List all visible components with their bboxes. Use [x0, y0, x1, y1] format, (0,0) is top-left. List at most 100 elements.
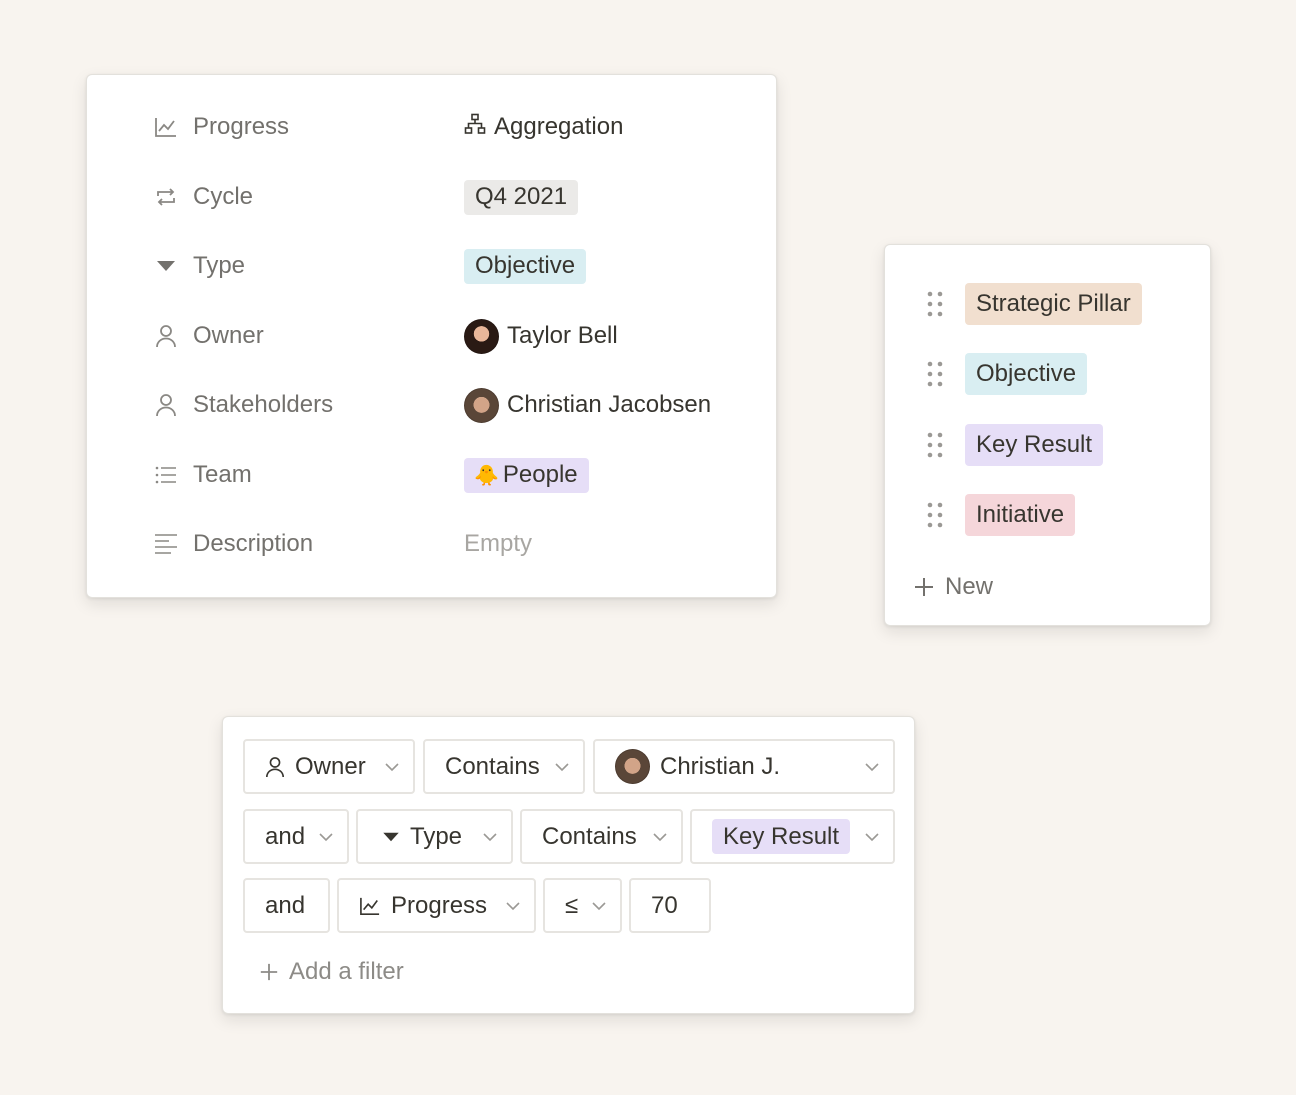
- filter-property-label: Progress: [391, 891, 488, 919]
- cycle-tag: Q4 2021: [464, 179, 579, 215]
- property-label-text: Description: [193, 530, 314, 557]
- drag-handle-icon[interactable]: [927, 502, 943, 528]
- property-label-text: Type: [193, 252, 246, 279]
- chart-line-icon: [153, 114, 179, 140]
- property-label: Team: [153, 455, 252, 495]
- add-filter-button[interactable]: Add a filter: [259, 957, 404, 987]
- filter-panel: Owner Contains Christian J. and Type Con…: [222, 716, 915, 1014]
- property-value[interactable]: Christian Jacobsen: [464, 385, 711, 425]
- property-label-text: Owner: [193, 322, 264, 349]
- chevron-down-icon: [653, 832, 667, 842]
- filter-property-label: Type: [410, 822, 463, 850]
- team-tag: 🐥 People: [464, 457, 589, 493]
- property-value[interactable]: Objective: [464, 246, 587, 286]
- triangle-down-icon: [153, 253, 179, 279]
- chevron-down-icon: [483, 832, 497, 842]
- owner-name: Taylor Bell: [507, 322, 618, 349]
- filter-operator-label: ≤: [565, 891, 579, 919]
- person-icon: [153, 323, 179, 349]
- chevron-down-icon: [385, 762, 399, 772]
- property-label-text: Team: [193, 461, 252, 488]
- filter-operator-dropdown[interactable]: Contains: [520, 809, 683, 864]
- filter-value-dropdown[interactable]: Key Result: [690, 809, 895, 864]
- description-value[interactable]: Empty: [464, 524, 532, 564]
- chevron-down-icon: [865, 832, 879, 842]
- filter-operator-label: Contains: [445, 752, 540, 780]
- property-row-progress[interactable]: Progress Aggregation: [87, 107, 776, 147]
- drag-handle-icon[interactable]: [927, 361, 943, 387]
- property-value[interactable]: Taylor Bell: [464, 316, 618, 356]
- property-label: Description: [153, 524, 313, 564]
- option-item[interactable]: Key Result: [885, 424, 1210, 466]
- chevron-down-icon: [319, 832, 333, 842]
- chart-line-icon: [360, 897, 380, 915]
- filter-conjunction-label: and: [265, 891, 306, 919]
- property-label: Type: [153, 246, 245, 286]
- drag-handle-icon[interactable]: [927, 432, 943, 458]
- stakeholder-name: Christian Jacobsen: [507, 391, 712, 418]
- property-label: Stakeholders: [153, 385, 333, 425]
- select-options-panel: Strategic Pillar Objective Key Result In…: [884, 244, 1211, 626]
- filter-value-dropdown[interactable]: Christian J.: [593, 739, 895, 794]
- option-item[interactable]: Initiative: [885, 494, 1210, 536]
- option-item[interactable]: Strategic Pillar: [885, 283, 1210, 325]
- avatar: [615, 749, 650, 784]
- property-label-text: Cycle: [193, 183, 254, 210]
- key-result-tag: Key Result: [712, 819, 851, 854]
- person-icon: [266, 756, 284, 777]
- property-value[interactable]: 🐥 People: [464, 455, 589, 495]
- filter-operator-label: Contains: [542, 822, 637, 850]
- property-label: Cycle: [153, 177, 253, 217]
- filter-property-label: Owner: [295, 752, 366, 780]
- new-option-label: New: [945, 573, 994, 600]
- filter-property-dropdown[interactable]: Type: [356, 809, 513, 864]
- filter-conjunction[interactable]: and: [243, 878, 330, 933]
- option-tag[interactable]: Objective: [965, 353, 1088, 395]
- chevron-down-icon: [592, 901, 606, 911]
- property-row-type[interactable]: Type Objective: [87, 246, 776, 286]
- property-value[interactable]: Aggregation: [464, 107, 623, 147]
- add-filter-label: Add a filter: [289, 958, 404, 985]
- triangle-down-icon: [383, 832, 399, 841]
- filter-value-text: 70: [651, 891, 678, 919]
- property-label: Progress: [153, 107, 289, 147]
- type-tag: Objective: [464, 248, 587, 284]
- team-tag-label: People: [502, 461, 578, 488]
- chevron-down-icon: [506, 901, 520, 911]
- option-tag[interactable]: Key Result: [965, 424, 1104, 466]
- plus-icon: [915, 578, 933, 596]
- repeat-icon: [153, 184, 179, 210]
- property-row-owner[interactable]: Owner Taylor Bell: [87, 316, 776, 356]
- filter-property-dropdown[interactable]: Owner: [243, 739, 415, 794]
- hierarchy-icon: [464, 113, 486, 142]
- filter-operator-dropdown[interactable]: ≤: [543, 878, 622, 933]
- avatar: [464, 387, 499, 423]
- property-row-stakeholders[interactable]: Stakeholders Christian Jacobsen: [87, 385, 776, 425]
- option-tag[interactable]: Strategic Pillar: [965, 283, 1142, 325]
- avatar: [464, 318, 499, 354]
- drag-handle-icon[interactable]: [927, 291, 943, 317]
- filter-operator-dropdown[interactable]: Contains: [423, 739, 585, 794]
- new-option-button[interactable]: New: [913, 571, 993, 603]
- property-row-team[interactable]: Team 🐥 People: [87, 455, 776, 495]
- chevron-down-icon: [555, 762, 569, 772]
- property-label-text: Stakeholders: [193, 391, 334, 418]
- person-icon: [153, 392, 179, 418]
- property-label-text: Progress: [193, 113, 290, 140]
- property-row-cycle[interactable]: Cycle Q4 2021: [87, 177, 776, 217]
- option-item[interactable]: Objective: [885, 353, 1210, 395]
- property-label: Owner: [153, 316, 264, 356]
- filter-value-input[interactable]: 70: [629, 878, 711, 933]
- text-lines-icon: [153, 531, 179, 557]
- progress-value-text: Aggregation: [494, 113, 624, 140]
- option-tag[interactable]: Initiative: [965, 494, 1076, 536]
- property-value[interactable]: Q4 2021: [464, 177, 579, 217]
- filter-value-label: Christian J.: [660, 752, 781, 780]
- filter-conjunction-dropdown[interactable]: and: [243, 809, 349, 864]
- chevron-down-icon: [865, 762, 879, 772]
- filter-property-dropdown[interactable]: Progress: [337, 878, 536, 933]
- filter-conjunction-label: and: [265, 822, 306, 850]
- list-icon: [153, 462, 179, 488]
- plus-icon: [260, 963, 278, 981]
- property-row-description[interactable]: Description Empty: [87, 524, 776, 564]
